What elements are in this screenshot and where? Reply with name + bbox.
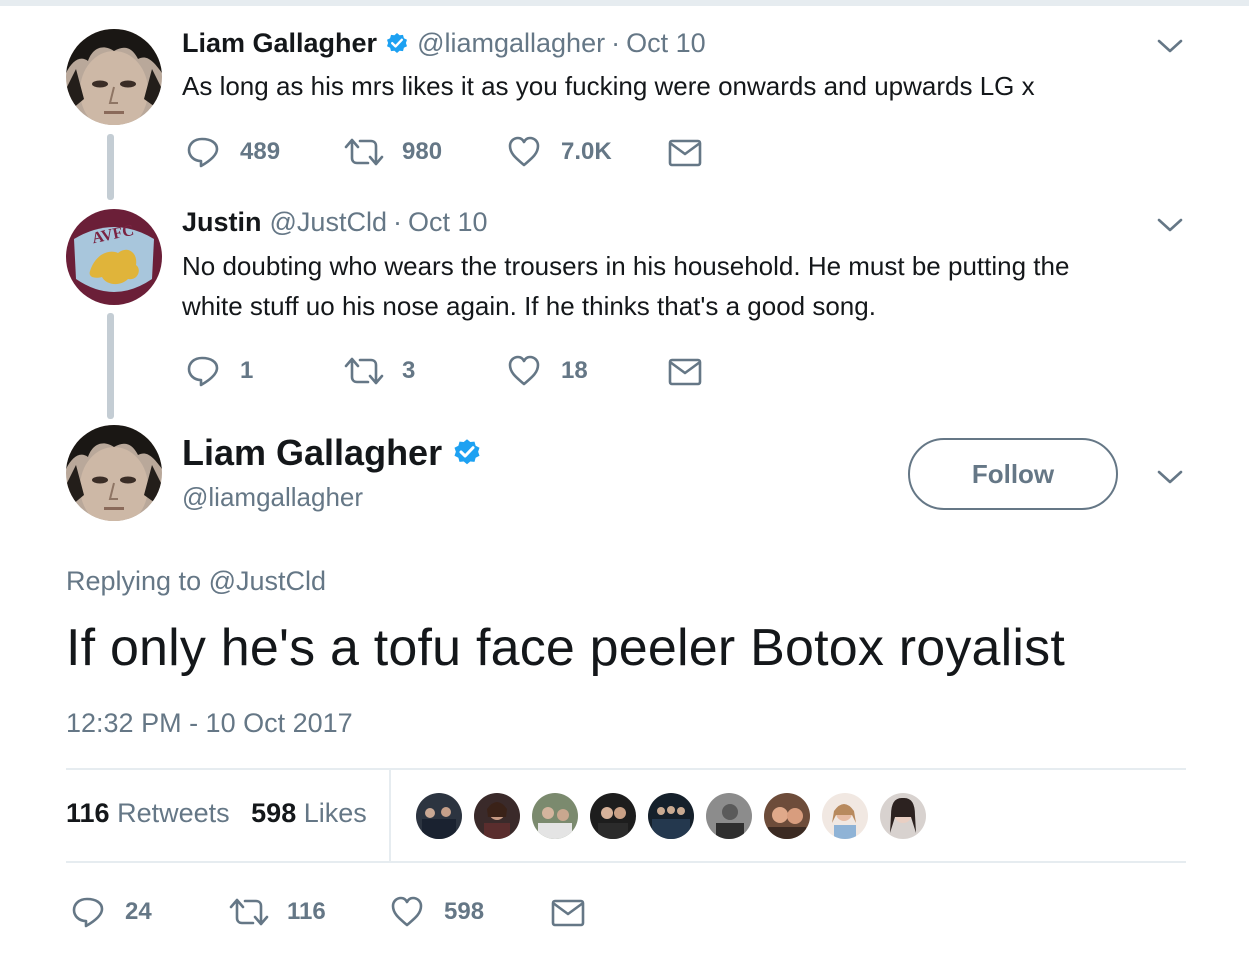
like-action[interactable]: 18 (507, 354, 588, 388)
likes-stat-count: 598 (251, 798, 297, 828)
like-count: 598 (444, 898, 485, 925)
tweet-text-line: white stuff uo his nose again. If he thi… (182, 291, 876, 321)
tweet-text: As long as his mrs likes it as you fucki… (182, 71, 1035, 101)
divider (66, 768, 1186, 770)
retweet-action[interactable]: 116 (229, 895, 326, 929)
tweet-timestamp[interactable]: 12:32 PM - 10 Oct 2017 (66, 708, 353, 739)
avatar-image: AVFC (66, 209, 162, 305)
chevron-down-icon[interactable] (1157, 469, 1183, 485)
direct-message-action[interactable] (668, 139, 702, 167)
reply-count: 24 (125, 898, 152, 925)
retweet-count: 980 (402, 138, 443, 165)
avatar-liam-gallagher[interactable] (66, 29, 162, 125)
liker-avatar[interactable] (472, 791, 522, 841)
retweet-icon (344, 354, 384, 388)
reply-action[interactable]: 489 (186, 135, 280, 169)
like-icon (507, 354, 541, 388)
verified-badge-icon (452, 438, 482, 468)
author-handle[interactable]: @JustCld (270, 207, 387, 238)
tweet-date[interactable]: Oct 10 (626, 28, 706, 59)
liker-avatar-image (474, 793, 520, 839)
separator-dot: · (392, 207, 402, 237)
top-border (0, 0, 1249, 6)
retweet-action[interactable]: 3 (344, 354, 415, 388)
main-author-handle[interactable]: @liamgallagher (182, 482, 363, 513)
retweet-icon (229, 895, 269, 929)
liker-avatar-image (416, 793, 462, 839)
liker-avatar[interactable] (878, 791, 928, 841)
liker-avatar[interactable] (530, 791, 580, 841)
liker-avatar[interactable] (762, 791, 812, 841)
like-action[interactable]: 598 (390, 895, 484, 929)
direct-message-icon (668, 139, 702, 167)
avatar-liam-gallagher[interactable] (66, 425, 162, 521)
avatar-justin[interactable]: AVFC (66, 209, 162, 305)
author-handle[interactable]: @liamgallagher (417, 28, 605, 59)
retweet-icon (344, 135, 384, 169)
tweet-text-line: No doubting who wears the trousers in hi… (182, 251, 1070, 281)
direct-message-icon (668, 358, 702, 386)
like-count: 7.0K (561, 138, 612, 165)
liker-avatar[interactable] (820, 791, 870, 841)
like-count: 18 (561, 357, 588, 384)
liker-avatar-image (590, 793, 636, 839)
reply-count: 489 (240, 138, 281, 165)
replying-to: Replying to @JustCld (66, 566, 326, 597)
retweets-stat-label: Retweets (117, 798, 230, 828)
tweet-header: Liam Gallagher @liamgallagher · Oct 10 (182, 28, 706, 59)
like-icon (390, 895, 424, 929)
like-action[interactable]: 7.0K (507, 135, 612, 169)
retweet-count: 3 (402, 357, 416, 384)
thread-line (107, 313, 114, 419)
chevron-down-icon[interactable] (1157, 38, 1183, 54)
replying-to-prefix: Replying to (66, 566, 202, 596)
reply-action[interactable]: 1 (186, 354, 253, 388)
author-name[interactable]: Liam Gallagher (182, 28, 377, 59)
liker-avatar[interactable] (588, 791, 638, 841)
replying-to-handle[interactable]: @JustCld (209, 566, 326, 596)
tweet-header: Justin @JustCld · Oct 10 (182, 207, 488, 238)
liker-avatar-image (706, 793, 752, 839)
direct-message-action[interactable] (668, 358, 702, 386)
stats-divider (389, 768, 391, 862)
reply-count: 1 (240, 357, 254, 384)
main-author-name-row: Liam Gallagher (182, 432, 482, 474)
direct-message-action[interactable] (551, 899, 585, 927)
tweet-date[interactable]: Oct 10 (408, 207, 488, 238)
reply-icon (186, 135, 220, 169)
reply-action[interactable]: 24 (71, 895, 152, 929)
verified-badge-icon (385, 32, 409, 56)
direct-message-icon (551, 899, 585, 927)
liker-avatar[interactable] (414, 791, 464, 841)
thread-line (107, 134, 114, 200)
liker-avatar[interactable] (646, 791, 696, 841)
follow-button[interactable]: Follow (908, 438, 1118, 510)
author-name[interactable]: Justin (182, 207, 262, 238)
reply-icon (186, 354, 220, 388)
like-icon (507, 135, 541, 169)
avatar-image (66, 29, 162, 125)
main-tweet-text: If only he's a tofu face peeler Botox ro… (66, 619, 1066, 677)
retweet-action[interactable]: 980 (344, 135, 442, 169)
liker-avatar-image (822, 793, 868, 839)
retweets-stat[interactable]: 116 Retweets (66, 798, 237, 828)
avatar-image (66, 425, 162, 521)
retweets-stat-count: 116 (66, 798, 110, 828)
reply-icon (71, 895, 105, 929)
liker-avatar-image (764, 793, 810, 839)
liker-avatar-image (532, 793, 578, 839)
main-author-name[interactable]: Liam Gallagher (182, 432, 442, 474)
liker-avatar-image (880, 793, 926, 839)
liker-avatar-image (648, 793, 694, 839)
likes-stat-label: Likes (303, 798, 367, 828)
liker-avatar[interactable] (704, 791, 754, 841)
retweet-count: 116 (287, 898, 326, 925)
tweet-text: No doubting who wears the trousers in hi… (182, 246, 1172, 326)
chevron-down-icon[interactable] (1157, 217, 1183, 233)
tweet-stats: 116 Retweets 598 Likes (66, 798, 367, 829)
divider (66, 861, 1186, 863)
separator-dot: · (611, 28, 621, 58)
likes-stat[interactable]: 598 Likes (251, 798, 367, 828)
